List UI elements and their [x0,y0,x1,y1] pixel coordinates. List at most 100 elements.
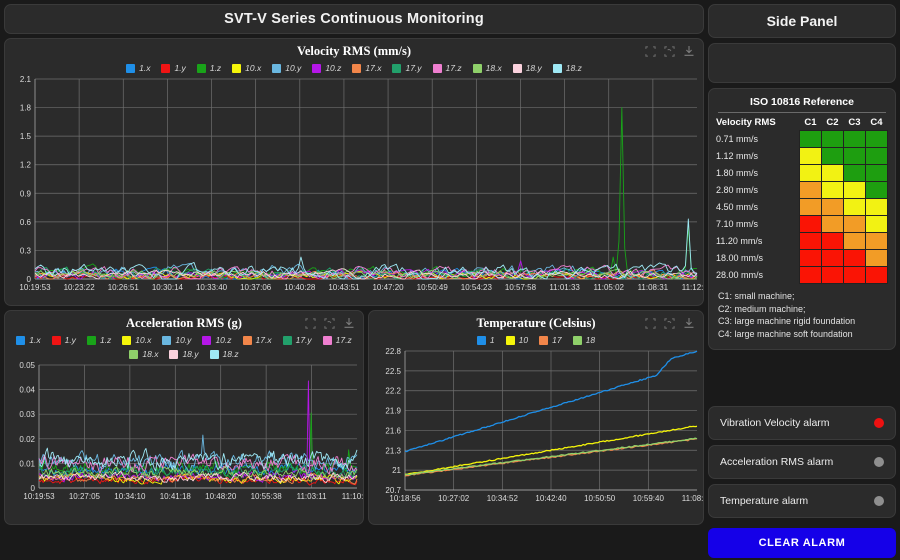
legend-label: 10.y [285,63,302,73]
x-axis-tick-label: 10:55:38 [251,492,283,501]
legend-label: 10.y [175,335,192,345]
legend-label: 10.x [245,63,262,73]
alarm-label: Temperature alarm [720,495,809,507]
clear-alarm-button[interactable]: CLEAR ALARM [708,528,896,558]
legend-item[interactable]: 10.z [202,335,232,345]
iso-severity-cell [865,198,888,216]
alarm-label: Acceleration RMS alarm [720,456,834,468]
alarm-row[interactable]: Vibration Velocity alarm [708,406,896,440]
legend-item[interactable]: 18.y [512,63,542,73]
legend-item[interactable]: 17.x [242,335,272,345]
zoom-box-icon[interactable] [645,45,656,57]
legend-swatch-icon [505,335,515,345]
legend-item[interactable]: 10 [505,335,528,345]
legend-item[interactable]: 10.x [122,335,151,345]
zoom-box-icon[interactable] [645,317,656,329]
table-row: 2.80 mm/s [716,181,888,199]
iso-row-label: 0.71 mm/s [716,134,759,144]
x-axis-tick-label: 11:08:31 [638,283,669,292]
temperature-plot-area[interactable]: 20.7 21 21.3 21.6 21.9 22.2 22.5 22.8 10:18:56 10… [369,347,703,507]
y-axis-tick-label: 22.5 [385,367,401,376]
legend-item[interactable]: 18.z [552,63,582,73]
table-row: 1.12 mm/s [716,147,888,165]
y-axis-tick-label: 0.04 [19,386,35,395]
legend-label: 1.y [174,63,186,73]
legend-item[interactable]: 17.y [392,63,422,73]
y-axis-tick-label: 22.8 [385,347,401,356]
iso-severity-cell [821,147,844,165]
temperature-chart-toolbar [645,317,695,329]
iso-col-header: C4 [870,117,883,128]
legend-item[interactable]: 1.x [126,63,150,73]
velocity-chart-card: Velocity RMS (mm/s) 1.x 1.y 1.z 10.x 10.y 10.… [4,38,704,306]
x-axis-tick-label: 10:34:52 [487,494,519,503]
legend-item[interactable]: 18.x [472,63,502,73]
y-axis-tick-label: 1.2 [20,161,32,170]
acceleration-plot-area[interactable]: 0 0.01 0.02 0.03 0.04 0.05 10:19:53 10:27:05 10:… [5,361,363,505]
download-icon[interactable] [683,317,695,329]
legend-item[interactable]: 18.x [129,349,158,359]
iso-row-label: 1.80 mm/s [716,168,759,178]
legend-item[interactable]: 17.z [322,335,352,345]
y-axis-tick-label: 21 [392,466,401,475]
legend-item[interactable]: 1 [476,335,495,345]
zoom-reset-icon[interactable] [664,317,675,329]
legend-item[interactable]: 10.y [162,335,191,345]
iso-severity-cell [865,181,888,199]
legend-item[interactable]: 17.y [282,335,312,345]
alarm-row[interactable]: Temperature alarm [708,484,896,518]
y-axis-tick-label: 0.02 [19,435,35,444]
legend-item[interactable]: 1.x [16,335,41,345]
zoom-box-icon[interactable] [305,317,316,329]
x-axis-tick-label: 10:27:05 [69,492,101,501]
iso-severity-cell [843,181,866,199]
iso-severity-cell [799,249,822,267]
legend-label: 10.z [215,335,232,345]
x-axis-tick-label: 10:27:02 [438,494,470,503]
legend-label: 18 [585,335,596,345]
y-axis-tick-label: 0.9 [20,189,32,198]
legend-item[interactable]: 17 [539,335,562,345]
legend-item[interactable]: 18.z [209,349,239,359]
legend-swatch-icon [209,349,219,359]
legend-item[interactable]: 18 [572,335,596,345]
iso-heading: ISO 10816 Reference [750,96,854,108]
legend-label: 17.x [365,63,382,73]
legend-item[interactable]: 10.y [272,63,301,73]
alarm-row[interactable]: Acceleration RMS alarm [708,445,896,479]
legend-swatch-icon [312,63,322,73]
x-axis-tick-label: 10:40:28 [284,283,316,292]
zoom-reset-icon[interactable] [664,45,675,57]
iso-severity-cell [799,130,822,148]
legend-item[interactable]: 10.z [312,63,341,73]
legend-item[interactable]: 18.y [169,349,199,359]
zoom-reset-icon[interactable] [324,317,335,329]
x-axis-tick-label: 10:59:40 [633,494,665,503]
iso-footnote: C1: small machine; [718,291,795,301]
legend-label: 1.x [29,335,41,345]
legend-item[interactable]: 1.y [161,63,186,73]
x-axis-tick-label: 10:30:14 [152,283,184,292]
legend-item[interactable]: 17.z [432,63,462,73]
legend-label: 17.y [405,63,422,73]
iso-severity-cell [843,249,866,267]
iso-severity-cell [821,232,844,250]
legend-item[interactable]: 1.z [196,63,221,73]
legend-swatch-icon [539,335,549,345]
legend-item[interactable]: 17.x [352,63,381,73]
download-icon[interactable] [683,45,695,57]
legend-item[interactable]: 10.x [232,63,261,73]
x-axis-tick-label: 11:01:33 [549,283,580,292]
iso-severity-cell [821,198,844,216]
legend-item[interactable]: 1.y [51,335,76,345]
iso-severity-cell [821,215,844,233]
iso-footnote: C3: large machine rigid foundation [718,316,856,326]
y-axis-tick-label: 21.3 [385,446,401,455]
iso-severity-cell [799,181,822,199]
velocity-plot-area[interactable]: 0 0.3 0.6 0.9 1.2 1.5 1.8 2.1 10:19:53 10:23:22 10… [5,75,703,297]
legend-item[interactable]: 1.z [86,335,111,345]
download-icon[interactable] [343,317,355,329]
velocity-chart-title: Velocity RMS (mm/s) [296,44,412,58]
status-badge [874,418,884,428]
x-axis-tick-label: 11:05:02 [593,283,624,292]
